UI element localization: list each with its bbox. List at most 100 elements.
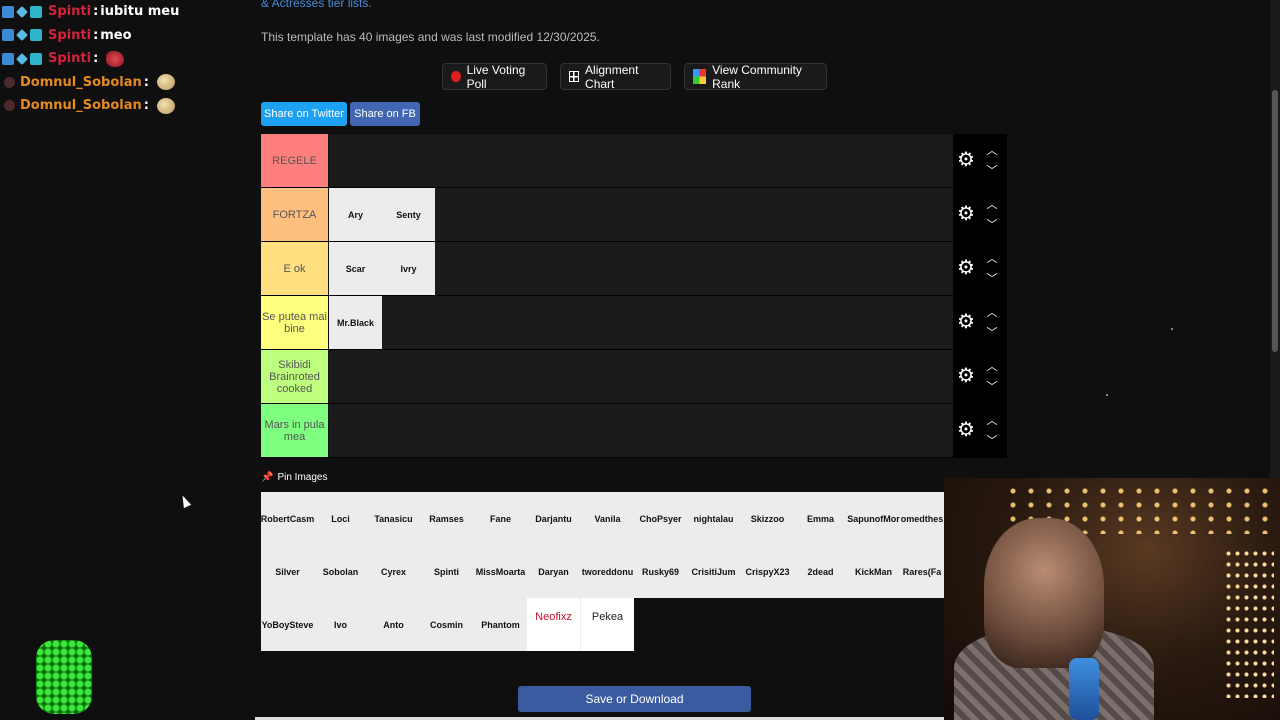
tier-label[interactable]: E ok (261, 242, 328, 295)
tier-item[interactable]: Ary (329, 188, 382, 241)
chevron-down-icon[interactable]: ﹀ (985, 166, 999, 177)
chat-message: Domnul_Sobolan : (2, 71, 252, 95)
chat-separator: : (93, 51, 99, 67)
pool-item[interactable]: CrispyX23 (741, 545, 794, 598)
tier-drop-zone[interactable] (329, 134, 953, 187)
tier-row: FORTZA Ary Senty ⚙ ︿ ﹀ (261, 188, 1007, 242)
tier-drop-zone[interactable]: Mr.Black (329, 296, 953, 349)
pin-images-toggle[interactable]: 📌 Pin Images (261, 472, 327, 483)
pool-item[interactable]: Spinti (420, 545, 473, 598)
tier-item[interactable]: Mr.Black (329, 296, 382, 349)
pool-item[interactable]: Pekea (581, 598, 634, 651)
tier-item[interactable]: Scar (329, 242, 382, 295)
pool-item[interactable]: CrisitiJum (687, 545, 740, 598)
share-twitter-button[interactable]: Share on Twitter (261, 102, 347, 126)
tier-item[interactable]: Ivry (382, 242, 435, 295)
pool-item[interactable]: Cyrex (367, 545, 420, 598)
pool-row: RobertCasm Loci Tanasicu Ramses Fane Dar… (261, 492, 944, 545)
alignment-chart-button[interactable]: Alignment Chart (560, 63, 671, 91)
pool-item[interactable]: KickMan (847, 545, 900, 598)
tier-drop-zone[interactable]: Ary Senty (329, 188, 953, 241)
chevron-down-icon[interactable]: ﹀ (985, 382, 999, 393)
pool-item[interactable]: Sobolan (314, 545, 367, 598)
pool-item[interactable]: Darjantu (527, 492, 580, 545)
chevron-up-icon[interactable]: ︿ (985, 362, 999, 373)
tier-label[interactable]: FORTZA (261, 188, 328, 241)
pool-item[interactable]: Vanila (581, 492, 634, 545)
save-download-button[interactable]: Save or Download (518, 686, 751, 712)
badge-icon (30, 29, 42, 42)
badge-icon (2, 29, 14, 42)
tier-label[interactable]: REGELE (261, 134, 328, 187)
pool-item[interactable]: Rusky69 (634, 545, 687, 598)
chevron-up-icon[interactable]: ︿ (985, 416, 999, 427)
chat-separator: : (93, 4, 99, 20)
tier-drop-zone[interactable] (329, 350, 953, 403)
speck (1106, 394, 1108, 396)
tier-controls: ⚙ ︿ ﹀ (953, 350, 1007, 403)
chevron-up-icon[interactable]: ︿ (985, 146, 999, 157)
pool-item[interactable]: Emma (794, 492, 847, 545)
tier-row: Se putea mai bine Mr.Black ⚙ ︿ ﹀ (261, 296, 1007, 350)
pool-item[interactable]: Ivo (314, 598, 367, 651)
pool-item[interactable]: SapunofMor (847, 492, 900, 545)
face-emote-icon (156, 74, 175, 91)
tier-drop-zone[interactable]: Scar Ivry (329, 242, 953, 295)
badge-icon (16, 29, 28, 42)
pool-item[interactable]: Cosmin (420, 598, 473, 651)
pool-item[interactable]: Skizzoo (741, 492, 794, 545)
tier-lists-link[interactable]: & Actresses tier lists. (261, 0, 372, 10)
chevron-down-icon[interactable]: ﹀ (985, 274, 999, 285)
tier-item[interactable]: Senty (382, 188, 435, 241)
pool-item[interactable]: Phantom (474, 598, 527, 651)
tier-label[interactable]: Skibidi Brainroted cooked (261, 350, 328, 403)
chevron-down-icon[interactable]: ﹀ (985, 328, 999, 339)
pool-item[interactable]: Anto (367, 598, 420, 651)
pool-item[interactable]: MissMoarta (474, 545, 527, 598)
pool-item[interactable]: Rares(Fa (900, 545, 944, 598)
chat-username: Spinti (48, 51, 92, 67)
face-emote-icon (156, 97, 175, 114)
pool-item[interactable]: Daryan (527, 545, 580, 598)
chevron-up-icon[interactable]: ︿ (985, 254, 999, 265)
live-voting-poll-button[interactable]: Live Voting Poll (442, 62, 547, 91)
gear-icon[interactable]: ⚙ (957, 366, 977, 386)
chat-message: Spinti : iubitu meu (2, 0, 252, 24)
gear-icon[interactable]: ⚙ (957, 204, 977, 224)
gear-icon[interactable]: ⚙ (957, 258, 977, 278)
chevron-up-icon[interactable]: ︿ (985, 200, 999, 211)
pool-item[interactable]: Tanasicu (367, 492, 420, 545)
gear-icon[interactable]: ⚙ (957, 420, 977, 440)
gear-icon[interactable]: ⚙ (957, 150, 977, 170)
tier-label[interactable]: Mars in pula mea (261, 404, 328, 457)
pool-item[interactable]: RobertCasm (261, 492, 314, 545)
chat-message: Domnul_Sobolan : (2, 94, 252, 118)
button-label: Live Voting Poll (466, 62, 526, 91)
chevron-down-icon[interactable]: ﹀ (985, 436, 999, 447)
pool-item[interactable]: Fane (474, 492, 527, 545)
pool-item[interactable]: Silver (261, 545, 314, 598)
pool-item[interactable]: nightalau (687, 492, 740, 545)
chat-text: iubitu meu (100, 4, 180, 20)
pool-item[interactable]: omedthes (900, 492, 944, 545)
share-fb-button[interactable]: Share on FB (350, 102, 420, 126)
pool-item[interactable]: Loci (314, 492, 367, 545)
tier-drop-zone[interactable] (329, 404, 953, 457)
template-info: This template has 40 images and was last… (261, 30, 600, 44)
pool-item[interactable]: 2dead (794, 545, 847, 598)
pool-item[interactable]: tworeddonu (581, 545, 634, 598)
pool-item[interactable]: YoBoySteve (261, 598, 314, 651)
chevron-up-icon[interactable]: ︿ (985, 308, 999, 319)
view-community-rank-button[interactable]: View Community Rank (684, 63, 827, 91)
pool-item[interactable]: Neofixz (527, 598, 580, 651)
badge-icon (4, 76, 15, 88)
gear-icon[interactable]: ⚙ (957, 312, 977, 332)
pool-row: YoBoySteve Ivo Anto Cosmin Phantom Neofi… (261, 598, 634, 651)
pool-item[interactable]: Ramses (420, 492, 473, 545)
green-ball-graphic (36, 640, 92, 714)
chevron-down-icon[interactable]: ﹀ (985, 220, 999, 231)
pool-item[interactable]: ChoPsyer (634, 492, 687, 545)
scrollbar-thumb[interactable] (1272, 90, 1278, 352)
scrollbar[interactable] (1270, 0, 1280, 478)
tier-label[interactable]: Se putea mai bine (261, 296, 328, 349)
